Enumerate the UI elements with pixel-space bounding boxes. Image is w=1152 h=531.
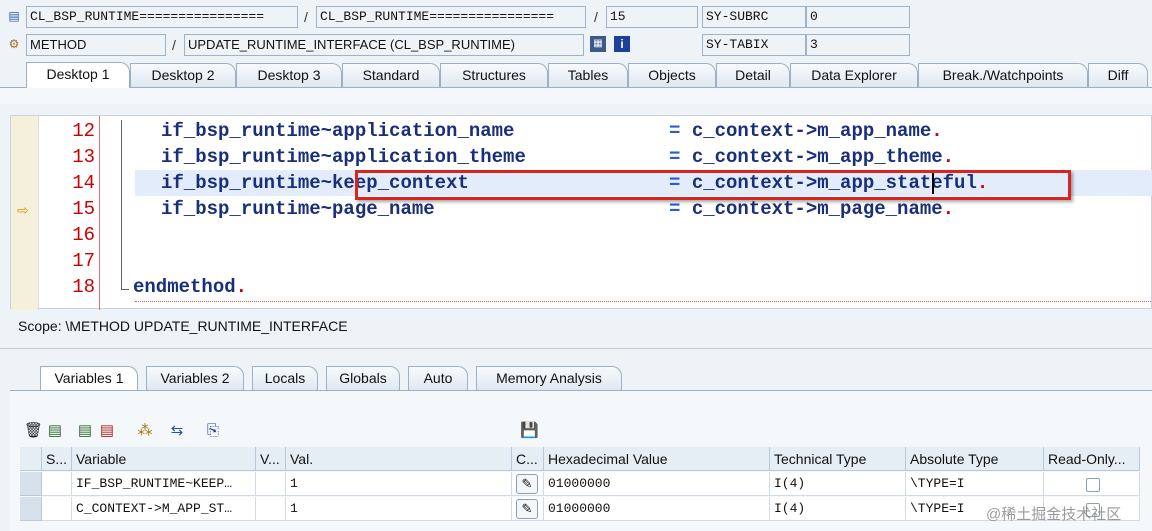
tab-objects[interactable]: Objects (628, 63, 716, 87)
variable-cell[interactable]: IF_BSP_RUNTIME~KEEP… (72, 472, 256, 496)
annotation-highlight-box (355, 170, 1071, 200)
save-icon[interactable]: 💾 (520, 422, 539, 440)
code-line: = c_context->m_app_theme. (669, 146, 955, 168)
tab-auto[interactable]: Auto (408, 366, 468, 390)
tab-desktop-1[interactable]: Desktop 1 (26, 62, 130, 88)
line-number: 15 (72, 198, 95, 220)
tab-structures[interactable]: Structures (440, 63, 548, 87)
class-field-1: CL_BSP_RUNTIME================ (26, 6, 298, 28)
scope-label: Scope: \METHOD UPDATE_RUNTIME_INTERFACE (18, 318, 348, 334)
kind-field: METHOD (26, 34, 166, 56)
method-field: UPDATE_RUNTIME_INTERFACE (CL_BSP_RUNTIME… (184, 34, 584, 56)
tab-detail[interactable]: Detail (716, 63, 790, 87)
column-header-hex[interactable]: Hexadecimal Value (544, 447, 770, 471)
subrc-value: 0 (806, 6, 910, 28)
block-bracket (121, 120, 129, 290)
column-header-value[interactable]: Val. (286, 447, 512, 471)
column-header-variable[interactable]: Variable (72, 447, 256, 471)
watermark: @稀土掘金技术社区 (986, 506, 1122, 523)
structure-icon[interactable]: ⁂ (136, 422, 154, 440)
table-edit-icon[interactable]: ▤ (76, 422, 94, 440)
tabix-value: 3 (806, 34, 910, 56)
row-selector[interactable] (20, 472, 42, 496)
tab-variables-1[interactable]: Variables 1 (40, 366, 138, 390)
method-icon: ⚙ (8, 37, 20, 51)
clipboard-icon[interactable]: ⎘ (204, 422, 222, 440)
class-icon: ▤ (8, 9, 20, 23)
line-number: 16 (72, 224, 95, 246)
variable-cell[interactable]: C_CONTEXT->M_APP_ST… (72, 497, 256, 521)
line-number: 14 (72, 172, 95, 194)
row-selector[interactable] (20, 497, 42, 521)
pencil-icon[interactable]: ✎ (516, 499, 538, 519)
technical-type-cell: I(4) (770, 472, 906, 496)
row-selector-header[interactable] (20, 447, 42, 471)
line-number: 13 (72, 146, 95, 168)
delete-icon[interactable]: 🗑 (24, 422, 43, 440)
technical-type-cell: I(4) (770, 497, 906, 521)
table-cell (256, 497, 286, 521)
value-cell[interactable]: 1 (286, 472, 512, 496)
code-line: if_bsp_runtime~application_name (161, 120, 515, 142)
tab-break-watchpoints[interactable]: Break./Watchpoints (918, 63, 1088, 87)
tab-variables-2[interactable]: Variables 2 (146, 366, 244, 390)
tab-desktop-2[interactable]: Desktop 2 (130, 63, 236, 87)
table-cell (42, 497, 72, 521)
table-save-icon[interactable]: ▤ (98, 422, 116, 440)
line-number-separator (99, 116, 100, 310)
separator: / (304, 9, 308, 25)
subrc-label: SY-SUBRC (702, 6, 806, 28)
scope-divider (0, 348, 1152, 349)
value-cell[interactable]: 1 (286, 497, 512, 521)
pencil-icon[interactable]: ✎ (516, 474, 538, 494)
code-line: = c_context->m_app_name. (669, 120, 943, 142)
separator: / (594, 9, 598, 25)
hex-cell: 01000000 (544, 497, 770, 521)
code-line: if_bsp_runtime~application_theme (161, 146, 526, 168)
column-header-s[interactable]: S... (42, 447, 72, 471)
read-only-checkbox[interactable] (1086, 478, 1100, 492)
tab-standard[interactable]: Standard (342, 63, 440, 87)
table-cell (42, 472, 72, 496)
desktop-panel (0, 88, 1152, 104)
tab-desktop-3[interactable]: Desktop 3 (236, 63, 342, 87)
column-header-c[interactable]: C... (512, 447, 544, 471)
hex-cell: 01000000 (544, 472, 770, 496)
current-line-arrow-icon: ⇨ (17, 202, 29, 218)
absolute-type-cell: \TYPE=I (906, 472, 1044, 496)
tab-locals[interactable]: Locals (252, 366, 318, 390)
tabix-label: SY-TABIX (702, 34, 806, 56)
column-header-read-only[interactable]: Read-Only... (1044, 447, 1140, 471)
column-header-technical-type[interactable]: Technical Type (770, 447, 906, 471)
column-header-v[interactable]: V... (256, 447, 286, 471)
tab-tables[interactable]: Tables (548, 63, 628, 87)
class-field-2: CL_BSP_RUNTIME================ (316, 6, 586, 28)
tab-globals[interactable]: Globals (326, 366, 400, 390)
table-view-icon[interactable]: ▤ (46, 422, 64, 440)
line-number: 12 (72, 120, 95, 142)
column-header-absolute-type[interactable]: Absolute Type (906, 447, 1044, 471)
table-cell (256, 472, 286, 496)
info-icon[interactable]: i (614, 36, 630, 52)
statement-separator (135, 301, 1152, 302)
separator: / (172, 37, 176, 53)
tab-diff[interactable]: Diff (1088, 63, 1148, 87)
code-editor[interactable]: ⇨ 12 13 14 15 16 17 18 if_bsp_runtime~ap… (10, 115, 1152, 310)
tab-memory-analysis[interactable]: Memory Analysis (476, 366, 622, 390)
line-number-field: 15 (606, 6, 698, 28)
line-number: 18 (72, 276, 95, 298)
tab-data-explorer[interactable]: Data Explorer (790, 63, 918, 87)
code-line: endmethod. (133, 276, 248, 298)
line-number: 17 (72, 250, 95, 272)
grid-icon[interactable]: ▦ (590, 36, 606, 52)
navigate-icon[interactable]: ⇆ (168, 422, 186, 440)
